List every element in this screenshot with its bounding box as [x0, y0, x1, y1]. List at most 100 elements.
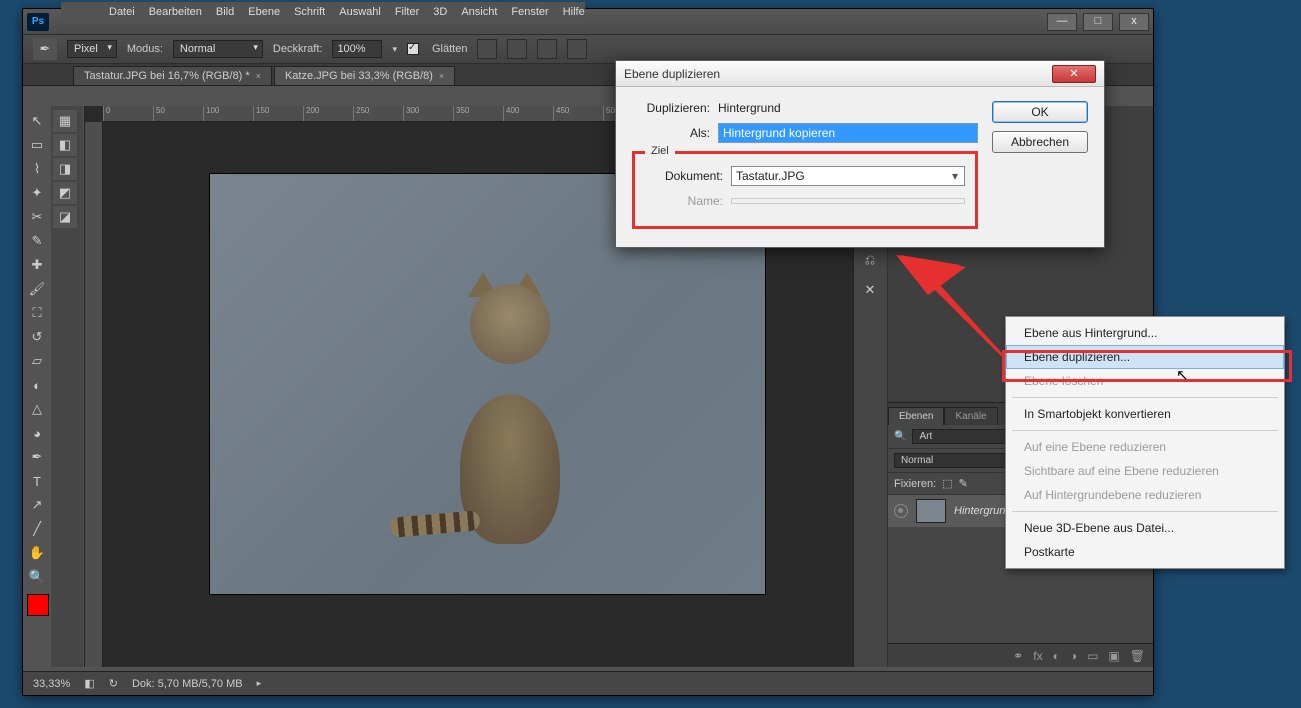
type-tool-icon[interactable]: T [25, 470, 49, 492]
move-tool-icon[interactable]: ↖ [25, 110, 49, 132]
ctx-ebene-duplizieren[interactable]: Ebene duplizieren... [1006, 345, 1284, 369]
ctx-reduzieren: Auf eine Ebene reduzieren [1006, 435, 1284, 459]
menu-hilfe[interactable]: Hilfe [563, 6, 585, 18]
ziel-fieldset: Ziel Dokument: Tastatur.JPG Name: [632, 151, 978, 229]
glaetten-checkbox[interactable] [407, 43, 419, 55]
ruler-tick: 350 [453, 106, 503, 121]
dokument-select[interactable]: Tastatur.JPG [731, 166, 965, 186]
ctx-sichtbare-reduzieren: Sichtbare auf eine Ebene reduzieren [1006, 459, 1284, 483]
newlayer-icon[interactable]: ▣ [1108, 649, 1119, 663]
trash-icon[interactable]: 🗑 [1130, 649, 1145, 663]
aux-icon[interactable]: ◪ [53, 206, 77, 228]
zoom-tool-icon[interactable]: 🔍 [25, 566, 49, 588]
modus-dropdown[interactable]: Normal [173, 40, 263, 58]
aux-icon[interactable]: ◧ [53, 134, 77, 156]
ctx-smartobjekt[interactable]: In Smartobjekt konvertieren [1006, 402, 1284, 426]
marquee-tool-icon[interactable]: ▭ [25, 134, 49, 156]
menu-filter[interactable]: Filter [395, 6, 419, 18]
ziel-legend: Ziel [645, 145, 675, 157]
dialog-close-button[interactable]: ✕ [1052, 65, 1096, 83]
ok-button[interactable]: OK [992, 101, 1088, 123]
blur-tool-icon[interactable]: △ [25, 398, 49, 420]
visibility-icon[interactable] [894, 504, 908, 518]
lasso-tool-icon[interactable]: ⌇ [25, 158, 49, 180]
window-maximize-button[interactable]: □ [1083, 13, 1113, 31]
doc-tab-tastatur[interactable]: Tastatur.JPG bei 16,7% (RGB/8) * × [73, 66, 272, 85]
opt-icon-4[interactable] [567, 39, 587, 59]
aux-icon[interactable]: ◨ [53, 158, 77, 180]
tool-column-2: ▦ ◧ ◨ ◩ ◪ [51, 106, 83, 667]
window-minimize-button[interactable]: — [1047, 13, 1077, 31]
path-select-icon[interactable]: ↗ [25, 494, 49, 516]
tools-icon[interactable]: ✕ [858, 278, 882, 302]
cancel-button[interactable]: Abbrechen [992, 131, 1088, 153]
window-close-button[interactable]: x [1119, 13, 1149, 31]
history-brush-icon[interactable]: ↺ [25, 326, 49, 348]
layer-name: Hintergrund [954, 505, 1011, 517]
fx-icon[interactable]: fx [1033, 649, 1042, 663]
menu-fenster[interactable]: Fenster [511, 6, 548, 18]
dialog-titlebar[interactable]: Ebene duplizieren ✕ [616, 61, 1104, 87]
status-icon: ◧ [84, 677, 94, 690]
wand-tool-icon[interactable]: ✦ [25, 182, 49, 204]
menu-bild[interactable]: Bild [216, 6, 234, 18]
lock-icon[interactable]: ⬚ [942, 477, 952, 490]
ctx-postkarte[interactable]: Postkarte [1006, 540, 1284, 564]
heal-tool-icon[interactable]: ✚ [25, 254, 49, 276]
ctx-separator [1012, 511, 1278, 512]
pen-tool-icon[interactable]: ✒ [25, 446, 49, 468]
menu-datei[interactable]: Datei [109, 6, 135, 18]
foreground-color-swatch[interactable] [27, 594, 49, 616]
ps-logo-icon: Ps [27, 13, 49, 31]
menu-bearbeiten[interactable]: Bearbeiten [149, 6, 202, 18]
eyedropper-tool-icon[interactable]: ✎ [25, 230, 49, 252]
ctx-hintergrund-reduzieren: Auf Hintergrundebene reduzieren [1006, 483, 1284, 507]
pixel-dropdown[interactable]: Pixel [67, 40, 117, 58]
tab-kanaele[interactable]: Kanäle [944, 407, 997, 425]
ctx-ebene-aus-hintergrund[interactable]: Ebene aus Hintergrund... [1006, 321, 1284, 345]
zoom-display[interactable]: 33,33% [33, 678, 70, 690]
cat-graphic [430, 254, 590, 544]
opt-icon-1[interactable] [477, 39, 497, 59]
name-label: Name: [645, 194, 723, 208]
opt-icon-3[interactable] [537, 39, 557, 59]
lock-icon[interactable]: ✎ [959, 477, 968, 490]
ruler-tick: 400 [503, 106, 553, 121]
opt-icon-2[interactable] [507, 39, 527, 59]
crop-tool-icon[interactable]: ✂ [25, 206, 49, 228]
adjust-icon[interactable]: ◑ [1070, 649, 1077, 663]
deckkraft-input[interactable]: 100% [332, 40, 382, 58]
stamp-tool-icon[interactable]: ⛶ [25, 302, 49, 324]
hand-tool-icon[interactable]: ✋ [25, 542, 49, 564]
menu-ebene[interactable]: Ebene [248, 6, 280, 18]
doc-tab-label: Tastatur.JPG bei 16,7% (RGB/8) * [84, 70, 250, 82]
dodge-tool-icon[interactable]: ◕ [25, 422, 49, 444]
eraser-tool-icon[interactable]: ▱ [25, 350, 49, 372]
doc-tab-katze[interactable]: Katze.JPG bei 33,3% (RGB/8) × [274, 66, 455, 85]
modus-label: Modus: [127, 43, 163, 55]
ctx-separator [1012, 397, 1278, 398]
style2-icon[interactable]: ⎌ [858, 248, 882, 272]
brush-tool-icon[interactable]: 🖌 [25, 278, 49, 300]
dokument-label: Dokument: [645, 169, 723, 183]
als-input[interactable]: Hintergrund kopieren [718, 123, 978, 143]
ruler-tick: 0 [103, 106, 153, 121]
menu-ansicht[interactable]: Ansicht [461, 6, 497, 18]
gradient-tool-icon[interactable]: ◐ [25, 374, 49, 396]
line-tool-icon[interactable]: ╱ [25, 518, 49, 540]
tab-ebenen[interactable]: Ebenen [888, 407, 944, 425]
menu-3d[interactable]: 3D [433, 6, 447, 18]
mask-icon[interactable]: ◐ [1053, 649, 1060, 663]
aux-icon[interactable]: ▦ [53, 110, 77, 132]
folder-icon[interactable]: ▭ [1087, 649, 1098, 663]
close-tab-icon[interactable]: × [439, 71, 444, 81]
active-tool-icon[interactable]: ✒ [33, 38, 57, 60]
glaetten-label: Glätten [432, 43, 467, 55]
link-icon[interactable]: ⚭ [1013, 649, 1023, 663]
ctx-3d-ebene[interactable]: Neue 3D-Ebene aus Datei... [1006, 516, 1284, 540]
ctx-ebene-loeschen: Ebene löschen [1006, 369, 1284, 393]
close-tab-icon[interactable]: × [256, 71, 261, 81]
aux-icon[interactable]: ◩ [53, 182, 77, 204]
menu-schrift[interactable]: Schrift [294, 6, 325, 18]
menu-auswahl[interactable]: Auswahl [339, 6, 381, 18]
